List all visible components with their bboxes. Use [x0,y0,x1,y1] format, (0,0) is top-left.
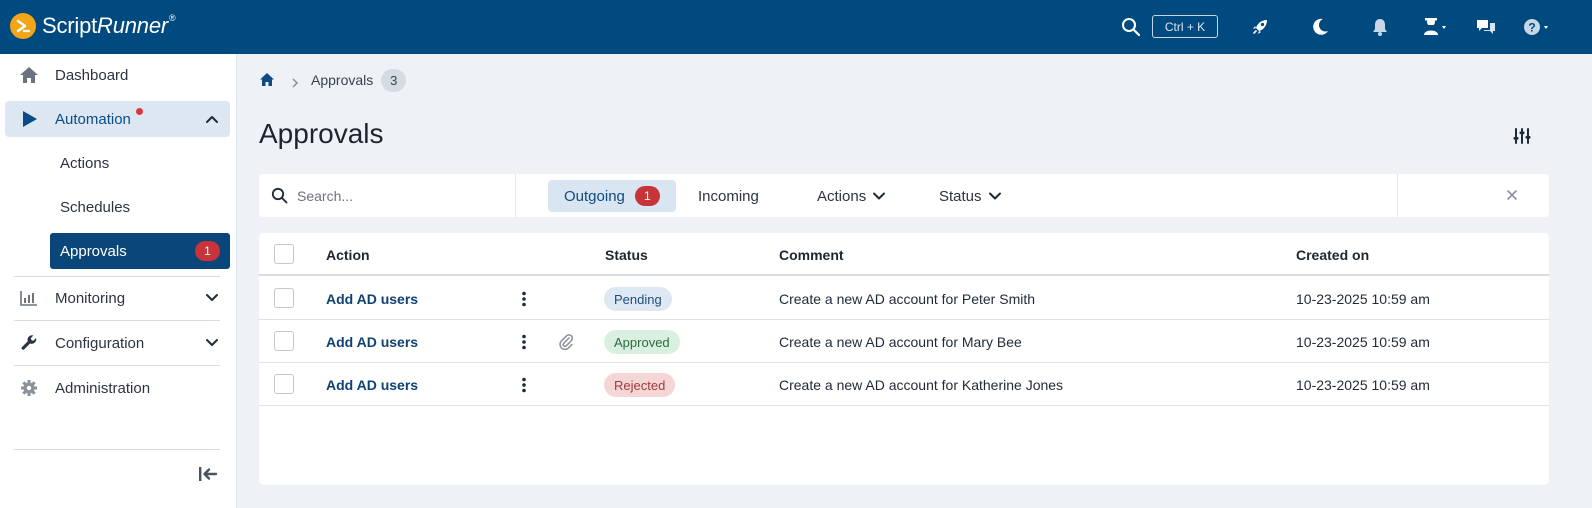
sidebar-item-label: Dashboard [55,66,129,84]
column-settings-sliders-icon[interactable] [1509,123,1535,149]
home-icon [19,65,39,85]
tab-label: Incoming [698,187,759,205]
sidebar-item-administration[interactable]: Administration [5,370,230,406]
comment-text: Create a new AD account for Mary Bee [779,333,1022,350]
clear-filters-close-icon[interactable] [1503,186,1521,204]
collapse-sidebar-icon[interactable] [196,463,220,485]
divider [14,276,220,277]
sidebar-item-label: Configuration [55,334,145,352]
comment-text: Create a new AD account for Peter Smith [779,290,1036,307]
svg-text:?: ? [1528,21,1535,35]
outgoing-count-badge: 1 [634,186,660,206]
scriptrunner-logo[interactable]: ScriptRunner® [10,13,176,39]
divider [14,449,220,450]
sidebar-item-label: Schedules [60,198,131,216]
dropdown-label: Actions [817,187,867,205]
dropdown-label: Status [939,187,982,205]
select-all-checkbox[interactable] [274,244,294,264]
sidebar-item-label: Automation [55,110,131,128]
gear-icon [19,378,39,398]
chat-icon[interactable] [1473,14,1499,40]
rocket-icon[interactable] [1247,14,1273,40]
comment-text: Create a new AD account for Katherine Jo… [779,376,1064,393]
sidebar-item-label: Actions [60,154,110,172]
more-options-kebab-icon[interactable] [519,289,529,309]
user-menu-icon[interactable] [1420,14,1454,40]
action-link[interactable]: Add AD users [326,363,418,406]
approvals-count-badge: 1 [195,241,220,261]
status-badge: Pending [604,287,672,311]
more-options-kebab-icon[interactable] [519,375,529,395]
table-row: Add AD users Rejected Create a new AD ac… [259,363,1549,406]
sidebar-item-configuration[interactable]: Configuration [5,325,230,361]
chevron-down-icon[interactable] [204,335,220,351]
attachment-paperclip-icon[interactable] [558,333,574,351]
approvals-table: Action Status Comment Created on Add AD … [259,233,1549,485]
column-header-created-on[interactable]: Created on [1296,233,1369,276]
logo-text: ScriptRunner® [42,13,176,38]
sidebar-item-label: Administration [55,379,151,397]
sidebar-item-dashboard[interactable]: Dashboard [5,57,230,93]
sidebar-item-monitoring[interactable]: Monitoring [5,280,230,316]
notification-dot [136,108,143,115]
sidebar-item-label: Monitoring [55,289,126,307]
help-icon[interactable]: ? [1520,14,1554,40]
status-filter-dropdown[interactable]: Status [923,180,1018,212]
filter-bar: Outgoing 1 Incoming Actions Status [259,174,1549,217]
bar-chart-icon [19,288,39,308]
divider [515,174,516,217]
column-header-status[interactable]: Status [605,233,648,276]
dark-mode-moon-icon[interactable] [1307,14,1333,40]
chevron-down-icon [872,189,886,203]
status-badge: Approved [604,330,680,354]
more-options-kebab-icon[interactable] [519,332,529,352]
search-icon [271,187,288,204]
created-on-text: 10-23-2025 10:59 am [1296,290,1430,307]
chevron-right-icon [291,75,299,88]
page-title: Approvals [259,118,384,149]
table-header-row: Action Status Comment Created on [259,233,1549,276]
action-link[interactable]: Add AD users [326,320,418,363]
divider [14,320,220,321]
divider [14,365,220,366]
table-row: Add AD users Approved Create a new AD ac… [259,320,1549,363]
tab-incoming[interactable]: Incoming [682,180,775,212]
home-icon[interactable] [259,72,275,88]
sidebar-item-approvals[interactable]: Approvals 1 [50,233,230,269]
row-checkbox[interactable] [274,288,294,308]
breadcrumb-current: Approvals [311,72,374,88]
breadcrumb: Approvals 3 [259,68,407,92]
tab-label: Outgoing [564,187,625,205]
play-icon [19,109,39,129]
created-on-text: 10-23-2025 10:59 am [1296,333,1430,350]
action-link[interactable]: Add AD users [326,277,418,320]
row-checkbox[interactable] [274,331,294,351]
column-header-action[interactable]: Action [326,233,370,276]
sidebar-item-automation[interactable]: Automation [5,101,230,137]
search-icon[interactable] [1118,14,1144,40]
tab-outgoing[interactable]: Outgoing 1 [548,180,676,212]
search-shortcut-hint[interactable]: Ctrl + K [1152,15,1218,38]
actions-filter-dropdown[interactable]: Actions [801,180,902,212]
created-on-text: 10-23-2025 10:59 am [1296,376,1430,393]
column-header-comment[interactable]: Comment [779,233,844,276]
row-checkbox[interactable] [274,374,294,394]
chevron-down-icon [988,189,1002,203]
chevron-down-icon[interactable] [204,290,220,306]
search-input[interactable] [297,184,507,208]
notifications-bell-icon[interactable] [1367,14,1393,40]
table-row: Add AD users Pending Create a new AD acc… [259,277,1549,320]
top-bar: ScriptRunner® Ctrl + K ? [0,0,1592,54]
sidebar: Dashboard Automation Actions Schedules A… [0,54,236,508]
sidebar-item-actions[interactable]: Actions [50,145,230,181]
sidebar-item-label: Approvals [60,242,127,260]
divider [1397,174,1398,217]
status-badge: Rejected [604,373,676,397]
breadcrumb-count-badge: 3 [381,68,407,92]
logo-mark-icon [10,13,36,39]
sidebar-item-schedules[interactable]: Schedules [50,189,230,225]
wrench-icon [19,333,39,353]
sidebar-border [236,54,237,508]
chevron-up-icon[interactable] [204,111,220,127]
